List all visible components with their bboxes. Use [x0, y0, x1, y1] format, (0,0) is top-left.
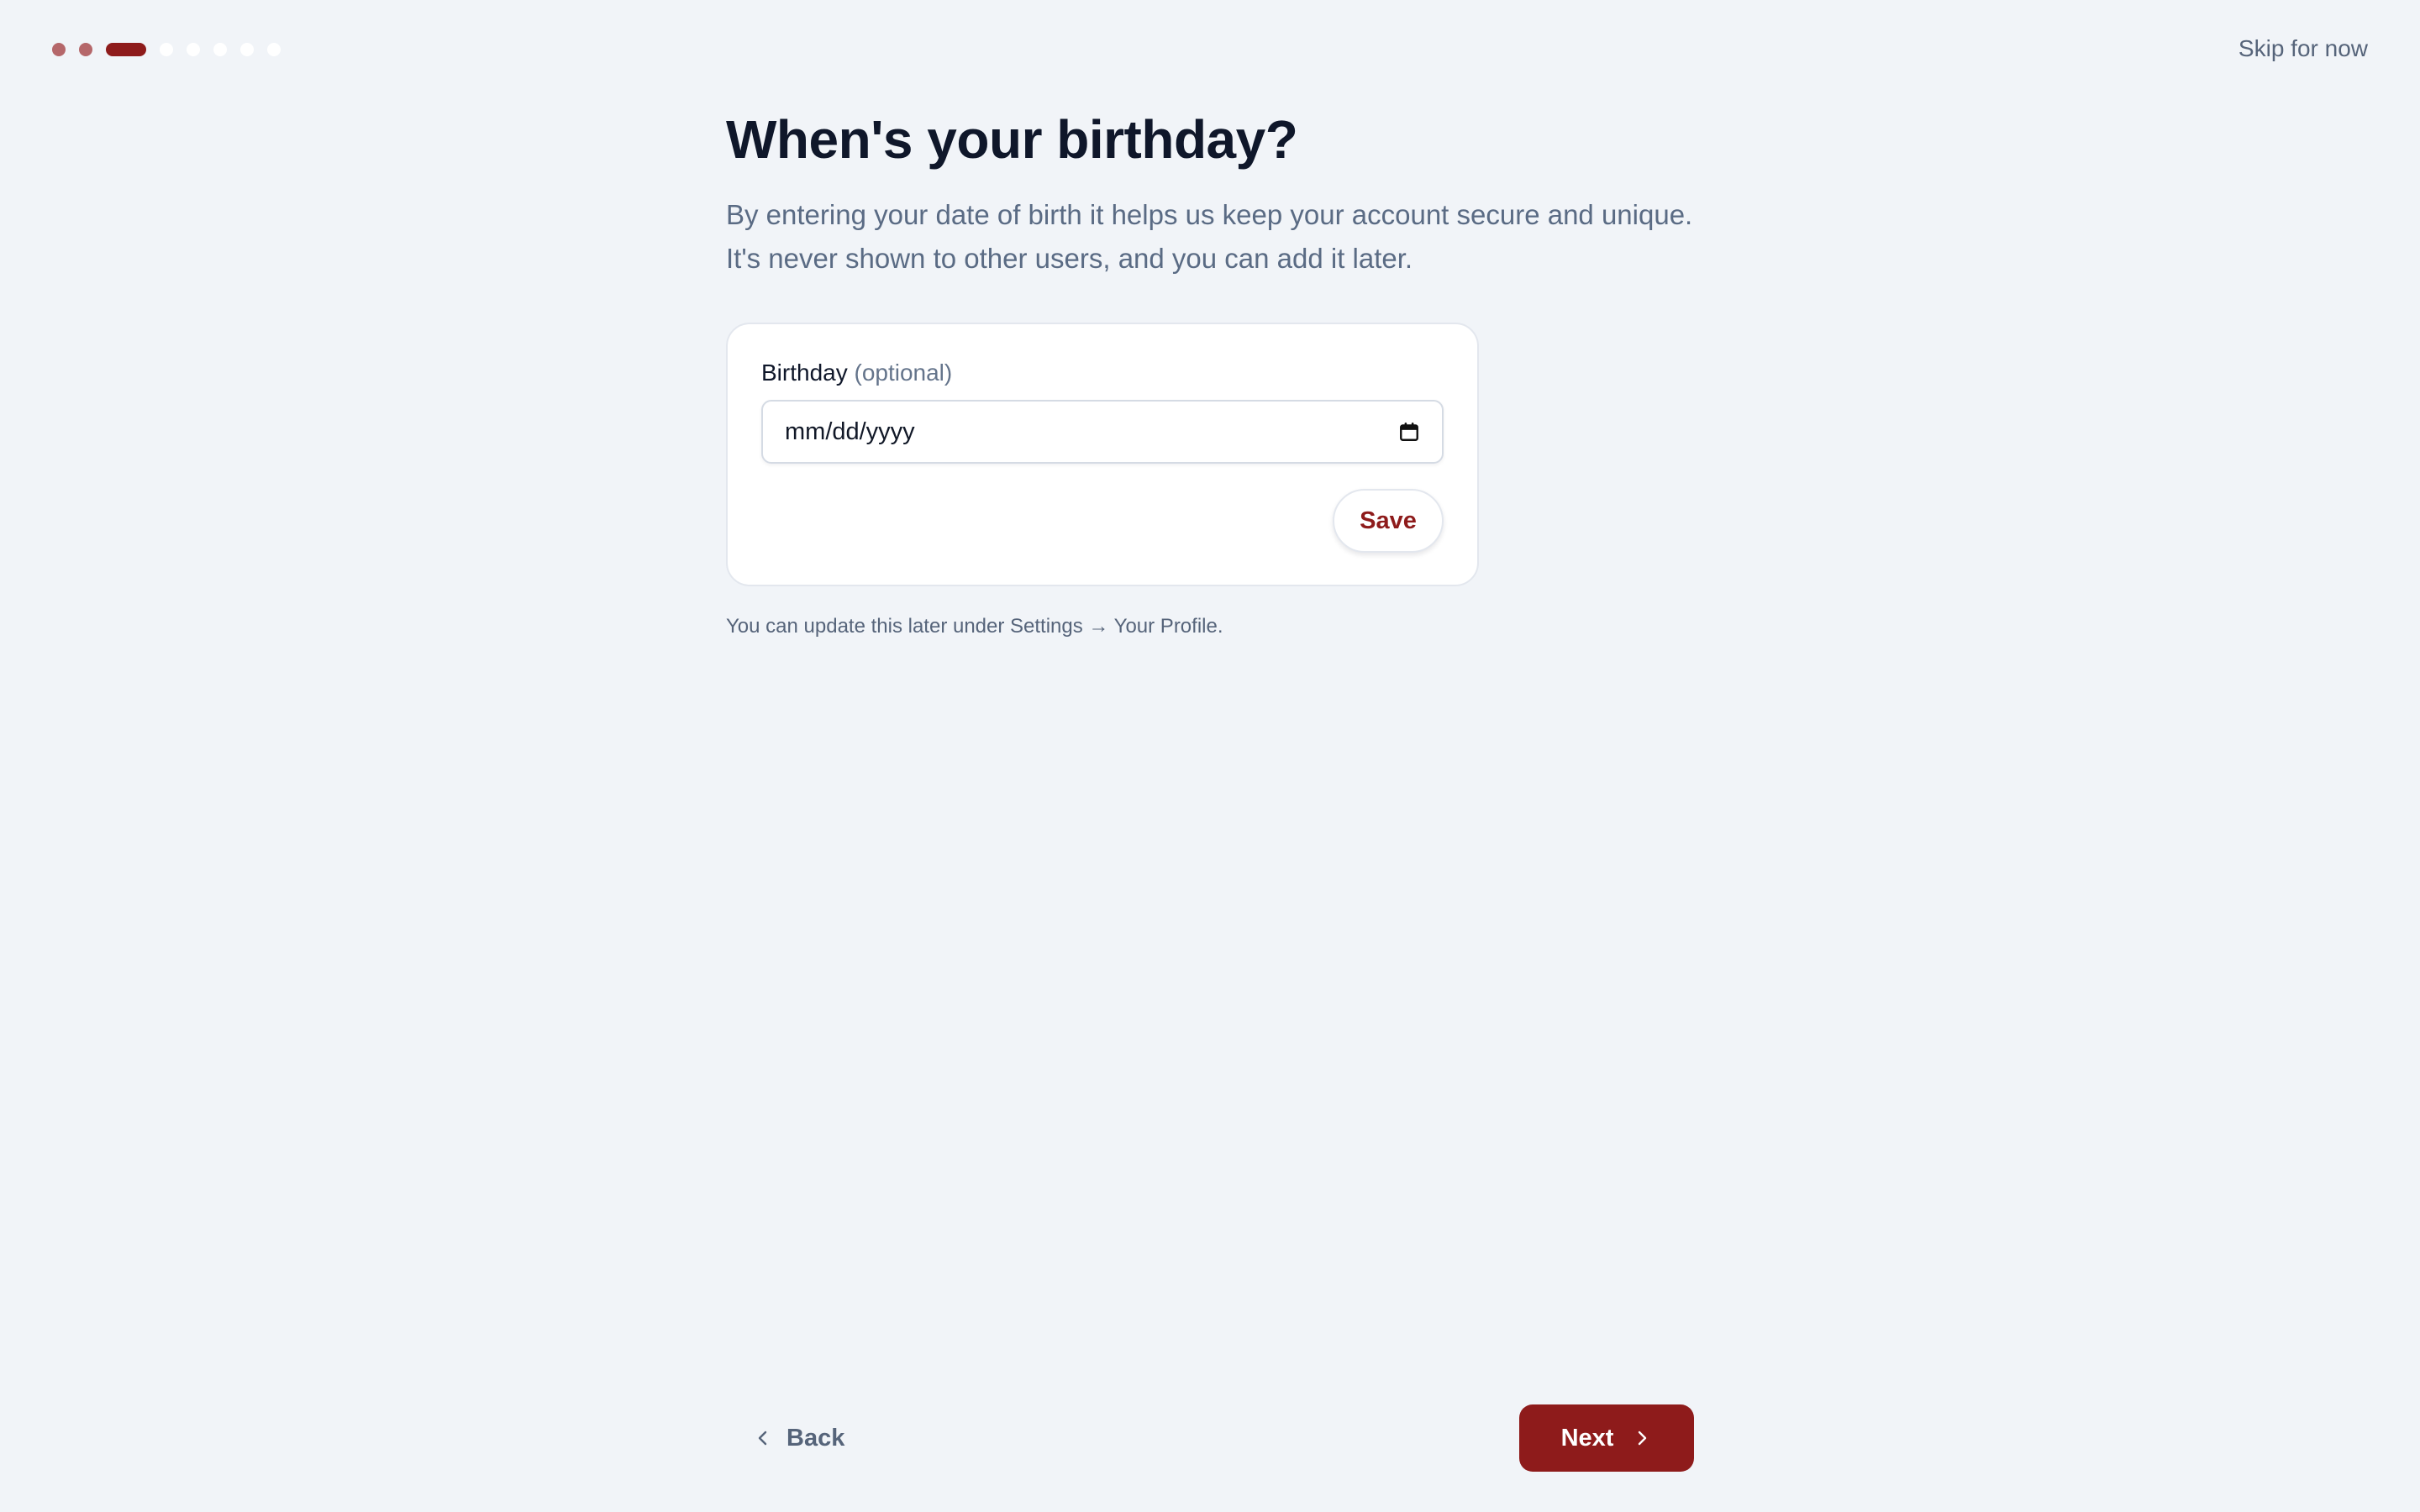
description-line-2: It's never shown to other users, and you… [726, 243, 1413, 274]
page-title: When's your birthday? [726, 109, 1298, 170]
skip-for-now-link[interactable]: Skip for now [2238, 35, 2368, 62]
progress-step-6 [213, 43, 227, 56]
chevron-left-icon [758, 1431, 767, 1446]
settings-hint: You can update this later under Settings… [726, 615, 1223, 638]
optional-tag: (optional) [854, 360, 953, 386]
birthday-label: Birthday (optional) [761, 360, 952, 386]
progress-step-3-current [106, 43, 146, 56]
progress-step-7 [240, 43, 254, 56]
birthday-card: Birthday (optional) mm/dd/yyyy Save [726, 323, 1479, 586]
birthday-label-text: Birthday [761, 360, 848, 386]
progress-step-1 [52, 43, 66, 56]
progress-step-8 [267, 43, 281, 56]
next-button-label: Next [1560, 1424, 1614, 1452]
progress-step-2 [79, 43, 92, 56]
main-content: When's your birthday? By entering your d… [726, 106, 1718, 638]
birthday-date-value: mm/dd/yyyy [785, 417, 915, 445]
progress-step-4 [160, 43, 173, 56]
onboarding-page: Skip for now When's your birthday? By en… [0, 0, 2420, 1512]
calendar-icon[interactable] [1398, 421, 1420, 443]
progress-steps [52, 43, 281, 56]
progress-step-5 [187, 43, 200, 56]
back-button-label: Back [786, 1424, 845, 1452]
chevron-right-icon [1639, 1431, 1647, 1446]
description-line-1: By entering your date of birth it helps … [726, 199, 1693, 230]
birthday-date-input[interactable]: mm/dd/yyyy [761, 400, 1444, 464]
next-button[interactable]: Next [1519, 1404, 1694, 1472]
back-button[interactable]: Back [753, 1418, 844, 1458]
page-description: By entering your date of birth it helps … [726, 193, 1718, 281]
save-button[interactable]: Save [1333, 489, 1444, 553]
